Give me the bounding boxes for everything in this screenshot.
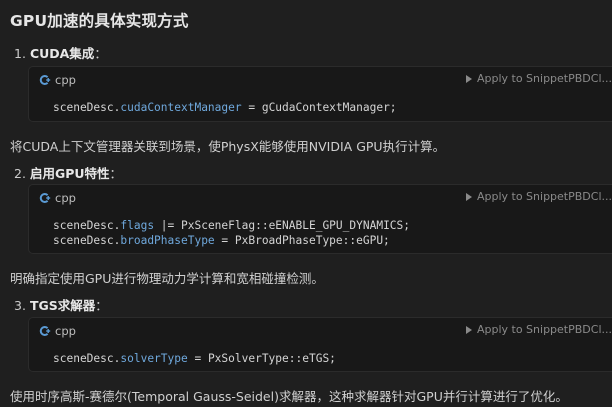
play-icon bbox=[465, 192, 472, 201]
code-token: = PxSolverType::eTGS; bbox=[187, 352, 336, 365]
play-icon bbox=[465, 325, 472, 334]
code-token: broadPhaseType bbox=[120, 234, 215, 247]
code-content[interactable]: sceneDesc.flags |= PxSceneFlag::eENABLE_… bbox=[29, 212, 612, 248]
code-token: sceneDesc bbox=[53, 101, 114, 114]
code-language-label: cpp bbox=[55, 324, 76, 338]
step-2-heading: 2. 启用GPU特性： bbox=[14, 166, 123, 181]
code-language-label: cpp bbox=[55, 73, 76, 87]
explanation-paragraph-3: 使用时序高斯-赛德尔(Temporal Gauss-Seidel)求解器，这种求… bbox=[10, 389, 568, 404]
code-block-1: cpp Apply to SnippetPBDCl... sceneDesc.c… bbox=[28, 66, 612, 122]
code-content[interactable]: sceneDesc.cudaContextManager = gCudaCont… bbox=[29, 94, 612, 115]
section-title: GPU加速的具体实现方式 bbox=[10, 12, 189, 30]
step-number: 3. bbox=[14, 298, 26, 313]
explanation-paragraph-2: 明确指定使用GPU进行物理动力学计算和宽相碰撞检测。 bbox=[10, 271, 324, 286]
code-language-label: cpp bbox=[55, 191, 76, 205]
code-line: sceneDesc.cudaContextManager = gCudaCont… bbox=[53, 100, 612, 115]
code-token: cudaContextManager bbox=[120, 101, 242, 114]
step-label: TGS求解器 bbox=[29, 298, 96, 313]
code-token: sceneDesc bbox=[53, 234, 114, 247]
code-block-2: cpp Apply to SnippetPBDCl... sceneDesc.f… bbox=[28, 184, 612, 254]
step-number: 1. bbox=[14, 46, 26, 61]
code-token: solverType bbox=[120, 352, 188, 365]
code-line: sceneDesc.solverType = PxSolverType::eTG… bbox=[53, 351, 612, 366]
code-token: = gCudaContextManager; bbox=[241, 101, 397, 114]
code-block-3: cpp Apply to SnippetPBDCl... sceneDesc.s… bbox=[28, 317, 612, 372]
step-number: 2. bbox=[14, 166, 26, 181]
chat-response: GPU加速的具体实现方式 1. CUDA集成： cpp Apply to Snip… bbox=[0, 0, 612, 407]
play-icon bbox=[465, 74, 472, 83]
cpp-icon bbox=[39, 75, 51, 85]
step-label: 启用GPU特性 bbox=[29, 166, 110, 181]
code-token: = PxBroadPhaseType::eGPU; bbox=[214, 234, 390, 247]
step-1-heading: 1. CUDA集成： bbox=[14, 46, 107, 61]
cpp-icon bbox=[39, 193, 51, 203]
apply-label: Apply to SnippetPBDCl... bbox=[476, 323, 612, 336]
code-token: flags bbox=[120, 219, 155, 232]
cpp-icon bbox=[39, 326, 51, 336]
code-header: cpp Apply to SnippetPBDCl... bbox=[29, 318, 612, 345]
code-token: |= PxSceneFlag::eENABLE_GPU_DYNAMICS; bbox=[154, 219, 411, 232]
code-token: sceneDesc bbox=[53, 219, 114, 232]
step-3-heading: 3. TGS求解器： bbox=[14, 298, 108, 313]
code-content[interactable]: sceneDesc.solverType = PxSolverType::eTG… bbox=[29, 345, 612, 366]
apply-label: Apply to SnippetPBDCl... bbox=[476, 190, 612, 203]
code-line: sceneDesc.broadPhaseType = PxBroadPhaseT… bbox=[53, 233, 612, 248]
apply-to-file-button[interactable]: Apply to SnippetPBDCl... bbox=[465, 323, 612, 336]
apply-label: Apply to SnippetPBDCl... bbox=[476, 72, 612, 85]
apply-to-file-button[interactable]: Apply to SnippetPBDCl... bbox=[465, 72, 612, 85]
apply-to-file-button[interactable]: Apply to SnippetPBDCl... bbox=[465, 190, 612, 203]
code-line: sceneDesc.flags |= PxSceneFlag::eENABLE_… bbox=[53, 218, 612, 233]
code-header: cpp Apply to SnippetPBDCl... bbox=[29, 67, 612, 94]
code-token: sceneDesc bbox=[53, 352, 114, 365]
explanation-paragraph-1: 将CUDA上下文管理器关联到场景，使PhysX能够使用NVIDIA GPU执行计… bbox=[10, 139, 446, 154]
code-header: cpp Apply to SnippetPBDCl... bbox=[29, 185, 612, 212]
step-label: CUDA集成 bbox=[29, 46, 95, 61]
